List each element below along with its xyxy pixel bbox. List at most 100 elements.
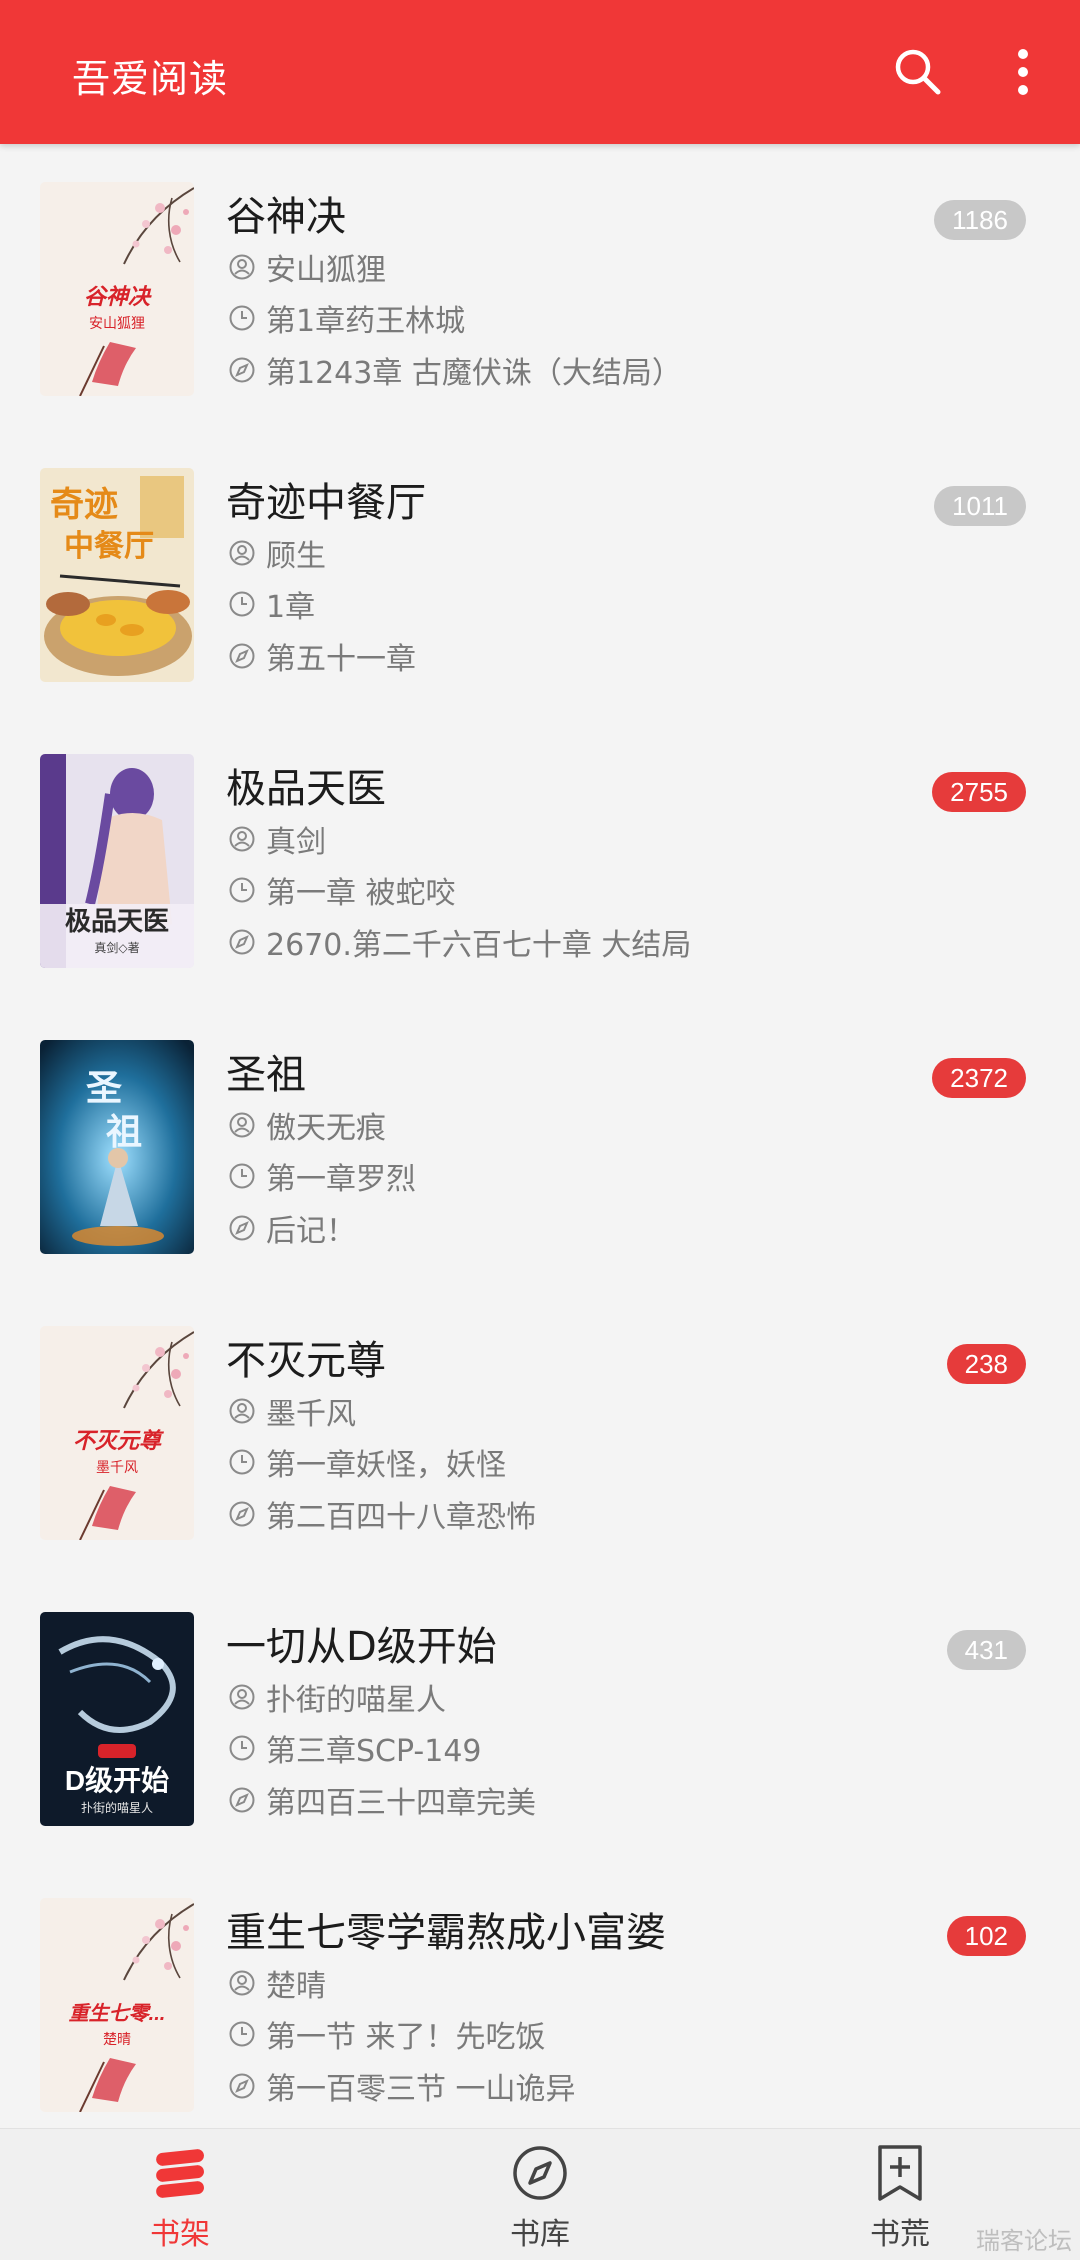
book-author: 楚晴: [228, 1963, 326, 2004]
latest-chapter-text: 第四百三十四章完美: [266, 1786, 536, 1821]
book-author: 扑街的喵星人: [228, 1677, 446, 1718]
unread-count-badge: 1186: [934, 200, 1026, 240]
book-title: 圣祖: [226, 1052, 306, 1098]
nav-tab-bookshelf[interactable]: 书架: [80, 2129, 280, 2260]
latest-chapter-text: 第1243章 古魔伏诛（大结局）: [266, 356, 682, 391]
unread-count-badge: 2372: [932, 1058, 1026, 1098]
compass-icon: [229, 1501, 255, 1527]
current-chapter-text: 第三章SCP-149: [266, 1734, 482, 1769]
app-title: 吾爱阅读: [72, 57, 229, 101]
current-chapter: 第一节 来了！先吃饭: [228, 2014, 546, 2055]
book-cover: D级开始 扑街的喵星人: [40, 1612, 194, 1826]
book-cover: 极品天医 真剑◇著: [40, 754, 194, 968]
svg-text:极品天医: 极品天医: [65, 907, 169, 937]
user-circle-icon: [229, 1684, 255, 1710]
book-item[interactable]: D级开始 扑街的喵星人 一切从D级开始 扑街的喵星人 第三章SCP-149 第四…: [0, 1574, 1080, 1860]
user-circle-icon: [229, 540, 255, 566]
compass-icon: [513, 2146, 567, 2200]
cover-title: D级开始: [65, 1765, 169, 1796]
latest-chapter: 第1243章 古魔伏诛（大结局）: [228, 350, 682, 391]
author-name: 傲天无痕: [266, 1111, 386, 1146]
latest-chapter-text: 后记！: [266, 1214, 356, 1249]
current-chapter: 第三章SCP-149: [228, 1728, 482, 1769]
author-name: 真剑: [266, 825, 326, 860]
book-title: 谷神决: [226, 194, 346, 240]
author-name: 扑街的喵星人: [266, 1683, 446, 1718]
author-name: 顾生: [266, 539, 326, 574]
cover-title: 谷神决: [84, 284, 152, 309]
book-title: 奇迹中餐厅: [226, 480, 426, 526]
current-chapter-text: 第一章 被蛇咬: [266, 876, 456, 911]
latest-chapter: 第四百三十四章完美: [228, 1780, 536, 1821]
book-title: 重生七零学霸熬成小富婆: [226, 1910, 666, 1956]
svg-text:奇迹: 奇迹: [50, 486, 118, 524]
book-title: 不灭元尊: [226, 1338, 386, 1384]
clock-icon: [229, 591, 255, 617]
latest-chapter: 第一百零三节 一山诡异: [228, 2066, 576, 2107]
bookshelf-s-icon: [156, 2149, 204, 2198]
user-circle-icon: [229, 254, 255, 280]
author-name: 楚晴: [266, 1969, 326, 2004]
current-chapter-text: 第一节 来了！先吃饭: [266, 2020, 546, 2055]
svg-text:中餐厅: 中餐厅: [64, 530, 154, 563]
more-vertical-icon[interactable]: [1003, 44, 1043, 100]
latest-chapter: 后记！: [228, 1208, 356, 1249]
latest-chapter-text: 第二百四十八章恐怖: [266, 1500, 536, 1535]
clock-icon: [229, 305, 255, 331]
latest-chapter-text: 2670.第二千六百七十章 大结局: [266, 928, 692, 963]
author-name: 墨千风: [266, 1397, 356, 1432]
nav-tab-book-famine[interactable]: 书荒: [800, 2129, 1000, 2260]
compass-icon: [229, 929, 255, 955]
cover-author: 扑街的喵星人: [81, 1800, 153, 1815]
nav-label: 书库: [510, 2217, 570, 2252]
book-author: 真剑: [228, 819, 326, 860]
svg-text:圣: 圣: [86, 1067, 122, 1109]
current-chapter: 第一章罗烈: [228, 1156, 416, 1197]
nav-label: 书荒: [870, 2217, 930, 2252]
latest-chapter: 第二百四十八章恐怖: [228, 1494, 536, 1535]
current-chapter-text: 第1章药王林城: [266, 304, 466, 339]
book-cover: 奇迹 中餐厅: [40, 468, 194, 682]
compass-icon: [229, 1787, 255, 1813]
book-list: 谷神决 安山狐狸 谷神决 安山狐狸 第1章药王林城 第1243章 古魔伏诛（大结…: [0, 144, 1080, 2146]
clock-icon: [229, 2021, 255, 2047]
book-item[interactable]: 奇迹 中餐厅 奇迹中餐厅 顾生 1章 第五十一章 1011: [0, 430, 1080, 716]
current-chapter: 第1章药王林城: [228, 298, 466, 339]
book-item[interactable]: 圣 祖 圣祖 傲天无痕 第一章罗烈 后记！ 2372: [0, 1002, 1080, 1288]
latest-chapter: 2670.第二千六百七十章 大结局: [228, 922, 692, 963]
book-item[interactable]: 极品天医 真剑◇著 极品天医 真剑 第一章 被蛇咬 2670.第二千六百七十章 …: [0, 716, 1080, 1002]
user-circle-icon: [229, 1970, 255, 1996]
book-author: 墨千风: [228, 1391, 356, 1432]
book-author: 顾生: [228, 533, 326, 574]
book-cover: 谷神决 安山狐狸: [40, 182, 194, 396]
cover-author: 安山狐狸: [89, 316, 145, 332]
cover-author: 楚晴: [103, 2032, 131, 2048]
cover-author: 墨千风: [96, 1460, 138, 1476]
svg-text:真剑◇著: 真剑◇著: [94, 940, 139, 955]
unread-count-badge: 431: [946, 1630, 1026, 1670]
book-cover: 重生七零... 楚晴: [40, 1898, 194, 2112]
unread-count-badge: 102: [946, 1916, 1026, 1956]
book-title: 极品天医: [226, 766, 386, 812]
current-chapter: 第一章妖怪，妖怪: [228, 1442, 506, 1483]
compass-icon: [229, 643, 255, 669]
app-bar: 吾爱阅读: [0, 0, 1080, 144]
unread-count-badge: 238: [946, 1344, 1026, 1384]
search-icon[interactable]: [888, 42, 948, 102]
current-chapter-text: 第一章罗烈: [266, 1162, 416, 1197]
bookmark-plus-icon: [878, 2145, 922, 2201]
user-circle-icon: [229, 1112, 255, 1138]
book-cover: 圣 祖: [40, 1040, 194, 1254]
compass-icon: [229, 2073, 255, 2099]
book-item[interactable]: 重生七零... 楚晴 重生七零学霸熬成小富婆 楚晴 第一节 来了！先吃饭 第一百…: [0, 1860, 1080, 2146]
cover-title: 重生七零...: [69, 2002, 166, 2025]
nav-label: 书架: [150, 2217, 210, 2252]
nav-tab-library[interactable]: 书库: [440, 2129, 640, 2260]
book-item[interactable]: 谷神决 安山狐狸 谷神决 安山狐狸 第1章药王林城 第1243章 古魔伏诛（大结…: [0, 144, 1080, 430]
clock-icon: [229, 1449, 255, 1475]
current-chapter-text: 1章: [266, 590, 316, 625]
current-chapter-text: 第一章妖怪，妖怪: [266, 1448, 506, 1483]
user-circle-icon: [229, 1398, 255, 1424]
book-item[interactable]: 不灭元尊 墨千风 不灭元尊 墨千风 第一章妖怪，妖怪 第二百四十八章恐怖 238: [0, 1288, 1080, 1574]
watermark: 瑞客论坛: [976, 2227, 1072, 2255]
